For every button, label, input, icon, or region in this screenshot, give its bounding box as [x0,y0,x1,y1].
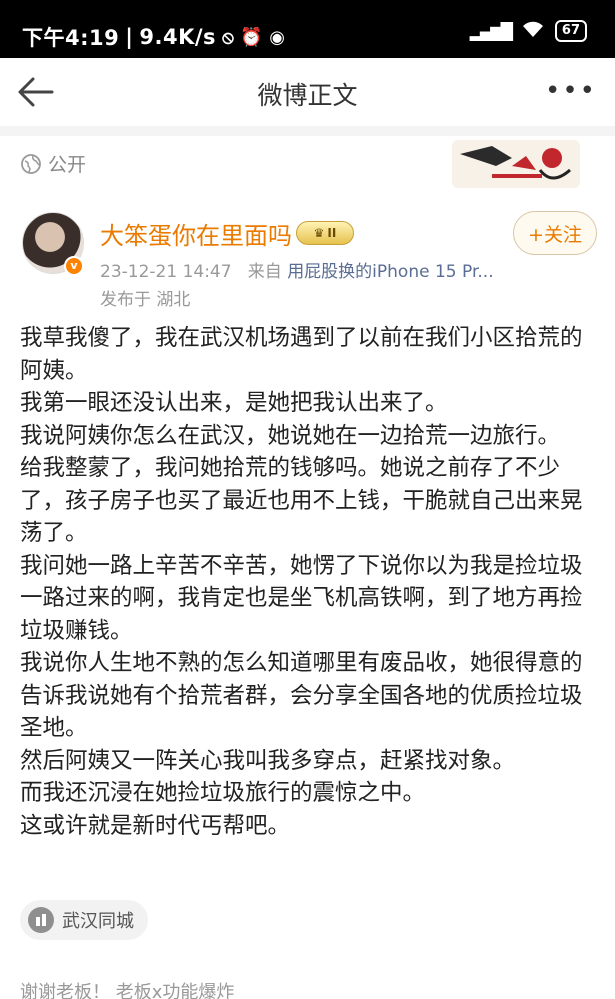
alarm-icon: ⏰ [240,26,264,48]
follow-button[interactable]: +关注 [513,211,597,255]
post-paragraph: 而我还沉浸在她捡垃圾旅行的震惊之中。 [20,780,426,806]
post-timestamp: 23-12-21 14:47 [100,262,232,282]
globe-icon [20,153,42,175]
post-paragraph: 给我整蒙了，我问她拾荒的钱够吗。她说之前存了不少了，孩子房子也买了最近也用不上钱… [20,455,583,546]
record-icon: ◉ [269,26,286,48]
more-options-icon[interactable]: ••• [545,76,597,106]
topic-tag[interactable]: 武汉同城 [20,900,148,940]
footer-text: 谢谢老板！ 老板x功能爆炸 [20,982,235,999]
visibility-row: 公开 [20,150,86,177]
signal-icon: ▂▄▆█ [469,21,513,41]
user-level-badge[interactable]: ♛ II [296,221,354,245]
wifi-icon [521,20,545,42]
crown-icon: ♛ [313,226,325,240]
building-icon [28,907,54,933]
post-meta: 23-12-21 14:47 来自 用屁股换的iPhone 15 Pr... [100,257,494,282]
status-time: 下午4:19 [22,26,120,50]
post-paragraph: 我问她一路上辛苦不辛苦，她愣了下说你以为我是捡垃圾一路过来的啊，我肯定也是坐飞机… [20,552,583,644]
post-paragraph: 我说阿姨你怎么在武汉，她说她在一边拾荒一边旅行。 [20,422,561,449]
status-left: 下午4:19 | 9.4K/s ⦸ ⏰ ◉ [22,22,285,52]
status-right: ▂▄▆█ 67 [470,20,587,42]
topic-label: 武汉同城 [62,911,134,932]
mute-icon: ⦸ [222,26,235,48]
source-prefix: 来自 [247,262,282,282]
post-paragraph: 这或许就是新时代丐帮吧。 [20,812,291,839]
post-paragraph: 我第一眼还没认出来，是她把我认出来了。 [20,390,448,416]
post-paragraph: 我说你人生地不熟的怎么知道哪里有废品收，她很得意的告诉我说她有个拾荒者群，会分享… [20,650,583,741]
verified-badge-icon: v [64,256,84,276]
visibility-label: 公开 [48,154,87,176]
username[interactable]: 大笨蛋你在里面吗 [100,216,292,251]
battery-indicator: 67 [554,20,587,42]
post-paragraph: 然后阿姨又一阵关心我叫我多穿点，赶紧找对象。 [20,747,516,774]
page-title: 微博正文 [257,81,358,110]
post-location: 发布于 湖北 [100,290,191,310]
divider [0,126,615,136]
source-device-link[interactable]: 用屁股换的iPhone 15 Pr... [287,262,493,282]
network-speed: 9.4K/s [139,25,217,49]
post-paragraph: 我草我傻了，我在武汉机场遇到了以前在我们小区拾荒的阿姨。 [20,325,583,384]
decorative-sticker-icon [452,136,580,192]
app-header: 微博正文 ••• [0,58,615,126]
post-body: 我草我傻了，我在武汉机场遇到了以前在我们小区拾荒的阿姨。 我第一眼还没认出来，是… [20,322,600,842]
status-bar: 下午4:19 | 9.4K/s ⦸ ⏰ ◉ ▂▄▆█ 67 [0,0,615,58]
